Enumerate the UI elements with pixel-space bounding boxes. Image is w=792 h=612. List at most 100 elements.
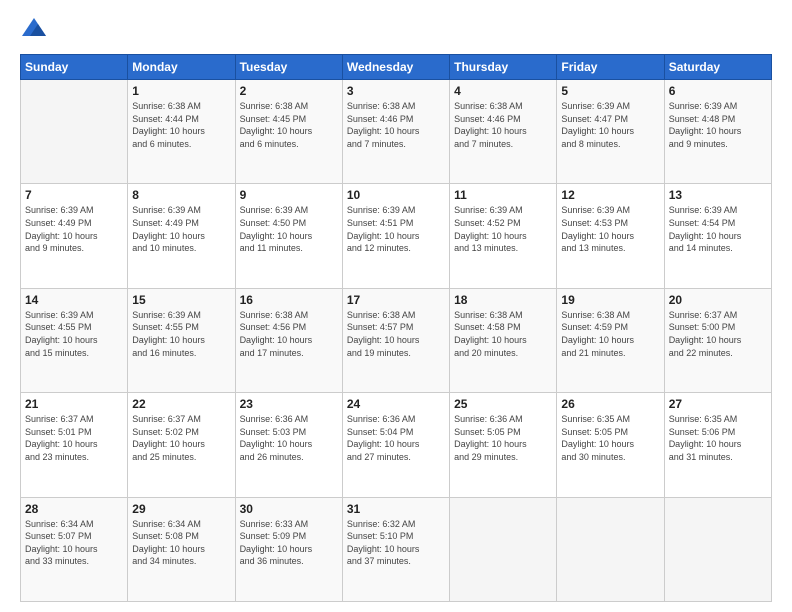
day-info: Sunrise: 6:36 AM Sunset: 5:04 PM Dayligh…: [347, 413, 445, 463]
day-number: 7: [25, 188, 123, 202]
calendar-cell: 14Sunrise: 6:39 AM Sunset: 4:55 PM Dayli…: [21, 288, 128, 392]
day-info: Sunrise: 6:39 AM Sunset: 4:48 PM Dayligh…: [669, 100, 767, 150]
day-info: Sunrise: 6:37 AM Sunset: 5:01 PM Dayligh…: [25, 413, 123, 463]
day-info: Sunrise: 6:37 AM Sunset: 5:00 PM Dayligh…: [669, 309, 767, 359]
day-info: Sunrise: 6:39 AM Sunset: 4:49 PM Dayligh…: [132, 204, 230, 254]
col-tuesday: Tuesday: [235, 55, 342, 80]
calendar-cell: 2Sunrise: 6:38 AM Sunset: 4:45 PM Daylig…: [235, 80, 342, 184]
calendar-cell: 27Sunrise: 6:35 AM Sunset: 5:06 PM Dayli…: [664, 393, 771, 497]
day-number: 28: [25, 502, 123, 516]
day-number: 21: [25, 397, 123, 411]
calendar-cell: 10 Sunrise: 6:39 AM Sunset: 4:51 PM Dayli…: [342, 184, 449, 288]
day-info: Sunrise: 6:39 AM Sunset: 4:55 PM Dayligh…: [132, 309, 230, 359]
calendar-week-row: 7 Sunrise: 6:39 AM Sunset: 4:49 PM Daylig…: [21, 184, 772, 288]
day-info: Sunrise: 6:36 AM Sunset: 5:05 PM Dayligh…: [454, 413, 552, 463]
day-number: 10: [347, 188, 445, 202]
calendar-cell: 16 Sunrise: 6:38 AM Sunset: 4:56 PM Dayli…: [235, 288, 342, 392]
calendar-cell: 23 Sunrise: 6:36 AM Sunset: 5:03 PM Dayli…: [235, 393, 342, 497]
day-number: 23: [240, 397, 338, 411]
col-sunday: Sunday: [21, 55, 128, 80]
calendar-cell: [450, 497, 557, 601]
day-info: Sunrise: 6:38 AM Sunset: 4:46 PM Dayligh…: [454, 100, 552, 150]
day-number: 30: [240, 502, 338, 516]
calendar-cell: 21 Sunrise: 6:37 AM Sunset: 5:01 PM Dayli…: [21, 393, 128, 497]
calendar-cell: 9 Sunrise: 6:39 AM Sunset: 4:50 PM Daylig…: [235, 184, 342, 288]
calendar-cell: [664, 497, 771, 601]
calendar-week-row: 1Sunrise: 6:38 AM Sunset: 4:44 PM Daylig…: [21, 80, 772, 184]
calendar-cell: 1Sunrise: 6:38 AM Sunset: 4:44 PM Daylig…: [128, 80, 235, 184]
day-number: 20: [669, 293, 767, 307]
day-info: Sunrise: 6:39 AM Sunset: 4:53 PM Dayligh…: [561, 204, 659, 254]
day-number: 22: [132, 397, 230, 411]
day-number: 3: [347, 84, 445, 98]
logo: [20, 16, 52, 44]
calendar-week-row: 21 Sunrise: 6:37 AM Sunset: 5:01 PM Dayli…: [21, 393, 772, 497]
day-number: 18: [454, 293, 552, 307]
day-number: 5: [561, 84, 659, 98]
day-info: Sunrise: 6:35 AM Sunset: 5:05 PM Dayligh…: [561, 413, 659, 463]
day-number: 12: [561, 188, 659, 202]
logo-icon: [20, 16, 48, 44]
col-wednesday: Wednesday: [342, 55, 449, 80]
calendar-header-row: Sunday Monday Tuesday Wednesday Thursday…: [21, 55, 772, 80]
calendar-cell: 24 Sunrise: 6:36 AM Sunset: 5:04 PM Dayli…: [342, 393, 449, 497]
calendar-cell: 31 Sunrise: 6:32 AM Sunset: 5:10 PM Dayli…: [342, 497, 449, 601]
calendar-cell: [21, 80, 128, 184]
calendar-week-row: 28 Sunrise: 6:34 AM Sunset: 5:07 PM Dayli…: [21, 497, 772, 601]
calendar-cell: 30Sunrise: 6:33 AM Sunset: 5:09 PM Dayli…: [235, 497, 342, 601]
day-number: 4: [454, 84, 552, 98]
day-info: Sunrise: 6:32 AM Sunset: 5:10 PM Dayligh…: [347, 518, 445, 568]
day-info: Sunrise: 6:36 AM Sunset: 5:03 PM Dayligh…: [240, 413, 338, 463]
day-number: 24: [347, 397, 445, 411]
day-number: 19: [561, 293, 659, 307]
day-number: 13: [669, 188, 767, 202]
day-info: Sunrise: 6:34 AM Sunset: 5:08 PM Dayligh…: [132, 518, 230, 568]
day-number: 25: [454, 397, 552, 411]
calendar-week-row: 14Sunrise: 6:39 AM Sunset: 4:55 PM Dayli…: [21, 288, 772, 392]
day-info: Sunrise: 6:39 AM Sunset: 4:55 PM Dayligh…: [25, 309, 123, 359]
calendar-cell: 18 Sunrise: 6:38 AM Sunset: 4:58 PM Dayli…: [450, 288, 557, 392]
calendar-cell: 28 Sunrise: 6:34 AM Sunset: 5:07 PM Dayli…: [21, 497, 128, 601]
day-info: Sunrise: 6:38 AM Sunset: 4:46 PM Dayligh…: [347, 100, 445, 150]
calendar-cell: 5 Sunrise: 6:39 AM Sunset: 4:47 PM Daylig…: [557, 80, 664, 184]
calendar-cell: 7 Sunrise: 6:39 AM Sunset: 4:49 PM Daylig…: [21, 184, 128, 288]
day-info: Sunrise: 6:39 AM Sunset: 4:52 PM Dayligh…: [454, 204, 552, 254]
calendar-cell: 29 Sunrise: 6:34 AM Sunset: 5:08 PM Dayli…: [128, 497, 235, 601]
day-number: 6: [669, 84, 767, 98]
col-thursday: Thursday: [450, 55, 557, 80]
col-friday: Friday: [557, 55, 664, 80]
day-number: 16: [240, 293, 338, 307]
calendar-cell: 6 Sunrise: 6:39 AM Sunset: 4:48 PM Daylig…: [664, 80, 771, 184]
day-info: Sunrise: 6:39 AM Sunset: 4:54 PM Dayligh…: [669, 204, 767, 254]
day-number: 9: [240, 188, 338, 202]
day-number: 15: [132, 293, 230, 307]
day-number: 26: [561, 397, 659, 411]
calendar-cell: 8 Sunrise: 6:39 AM Sunset: 4:49 PM Daylig…: [128, 184, 235, 288]
day-number: 11: [454, 188, 552, 202]
day-number: 8: [132, 188, 230, 202]
calendar-cell: 3 Sunrise: 6:38 AM Sunset: 4:46 PM Daylig…: [342, 80, 449, 184]
day-info: Sunrise: 6:39 AM Sunset: 4:50 PM Dayligh…: [240, 204, 338, 254]
calendar-cell: 17Sunrise: 6:38 AM Sunset: 4:57 PM Dayli…: [342, 288, 449, 392]
day-info: Sunrise: 6:37 AM Sunset: 5:02 PM Dayligh…: [132, 413, 230, 463]
day-info: Sunrise: 6:38 AM Sunset: 4:56 PM Dayligh…: [240, 309, 338, 359]
day-info: Sunrise: 6:38 AM Sunset: 4:57 PM Dayligh…: [347, 309, 445, 359]
day-info: Sunrise: 6:39 AM Sunset: 4:47 PM Dayligh…: [561, 100, 659, 150]
day-info: Sunrise: 6:34 AM Sunset: 5:07 PM Dayligh…: [25, 518, 123, 568]
calendar-table: Sunday Monday Tuesday Wednesday Thursday…: [20, 54, 772, 602]
day-info: Sunrise: 6:39 AM Sunset: 4:49 PM Dayligh…: [25, 204, 123, 254]
day-info: Sunrise: 6:38 AM Sunset: 4:58 PM Dayligh…: [454, 309, 552, 359]
calendar-cell: 19Sunrise: 6:38 AM Sunset: 4:59 PM Dayli…: [557, 288, 664, 392]
calendar-cell: 22 Sunrise: 6:37 AM Sunset: 5:02 PM Dayli…: [128, 393, 235, 497]
day-number: 29: [132, 502, 230, 516]
calendar-cell: 13 Sunrise: 6:39 AM Sunset: 4:54 PM Dayli…: [664, 184, 771, 288]
day-number: 2: [240, 84, 338, 98]
day-info: Sunrise: 6:39 AM Sunset: 4:51 PM Dayligh…: [347, 204, 445, 254]
page: Sunday Monday Tuesday Wednesday Thursday…: [0, 0, 792, 612]
calendar-cell: 12 Sunrise: 6:39 AM Sunset: 4:53 PM Dayli…: [557, 184, 664, 288]
calendar-cell: 26 Sunrise: 6:35 AM Sunset: 5:05 PM Dayli…: [557, 393, 664, 497]
day-number: 31: [347, 502, 445, 516]
calendar-cell: 11 Sunrise: 6:39 AM Sunset: 4:52 PM Dayli…: [450, 184, 557, 288]
col-saturday: Saturday: [664, 55, 771, 80]
calendar-cell: 20 Sunrise: 6:37 AM Sunset: 5:00 PM Dayli…: [664, 288, 771, 392]
